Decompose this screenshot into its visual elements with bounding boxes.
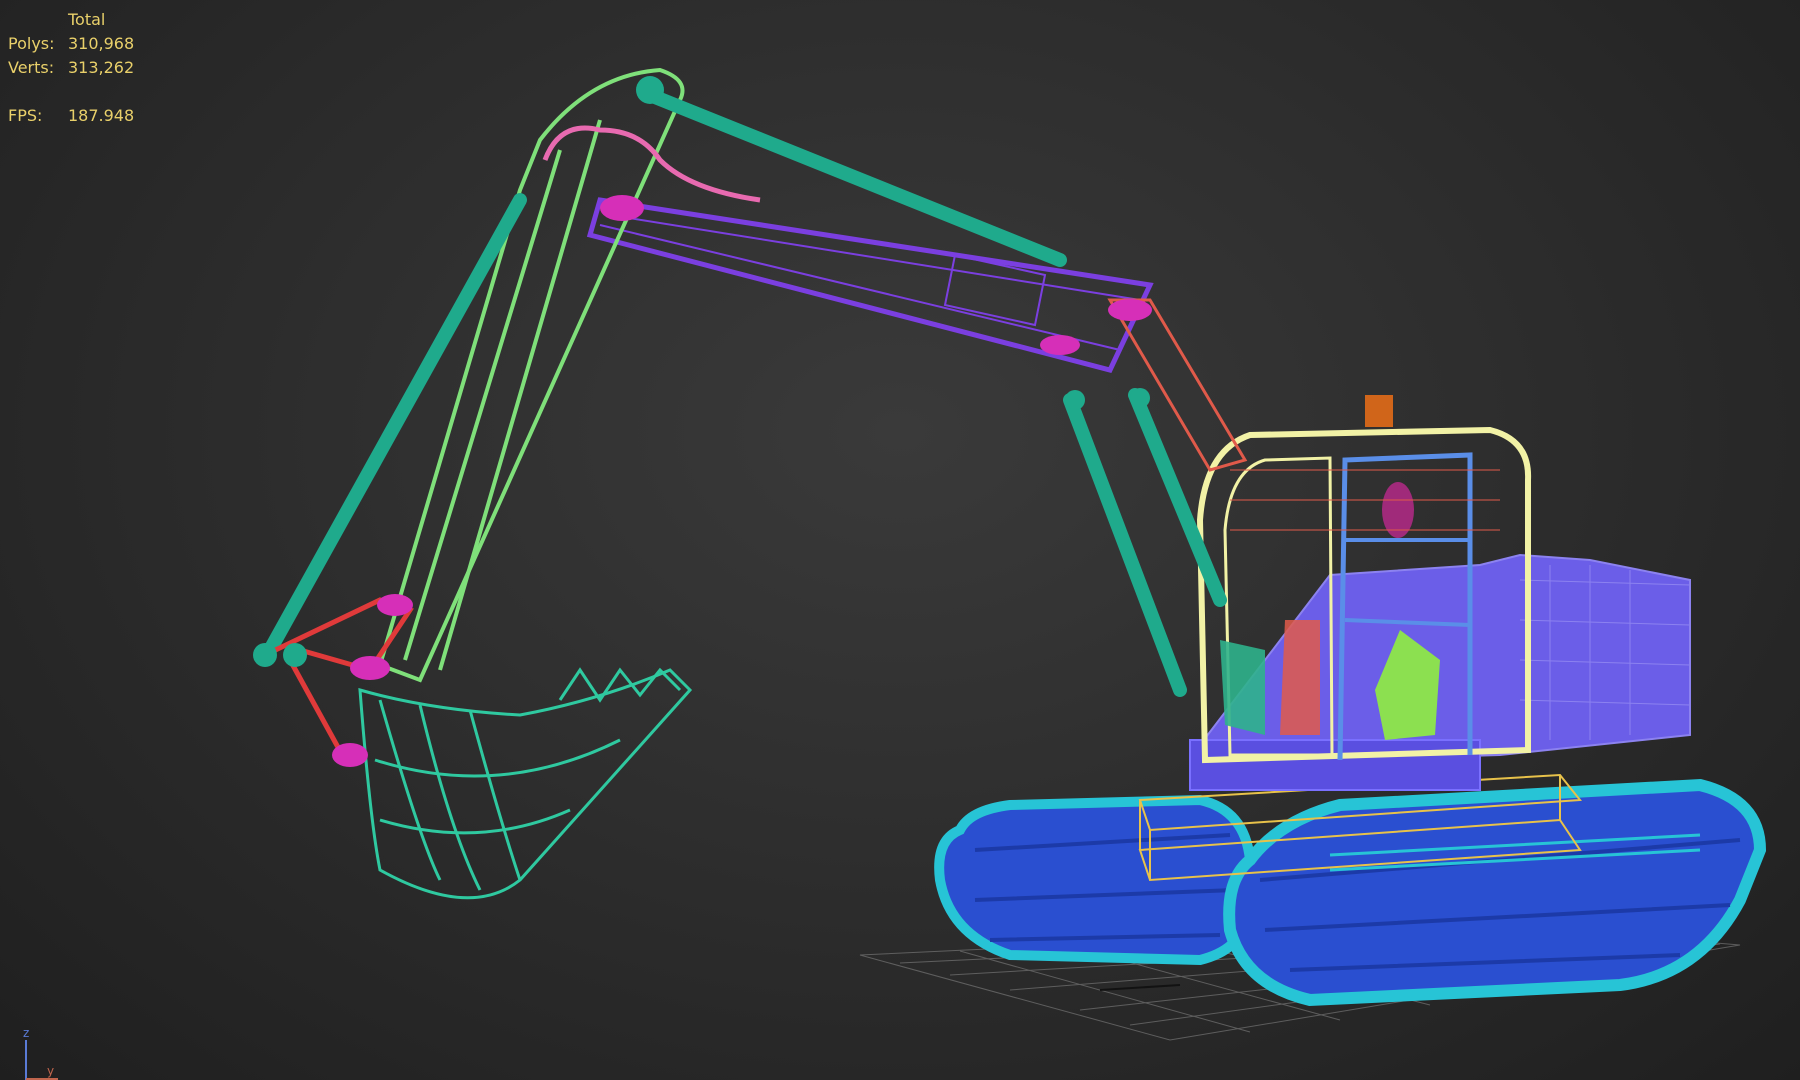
viewport-statistics: Total Polys: 310,968 Verts: 313,262 FPS: 18… <box>8 8 188 128</box>
engine-housing <box>1198 553 1691 762</box>
pivot-pins <box>332 195 1152 767</box>
verts-value: 313,262 <box>68 58 135 77</box>
polys-value: 310,968 <box>68 34 135 53</box>
turntable <box>1189 739 1481 791</box>
left-track <box>934 794 1256 966</box>
joint-bushings <box>253 76 1150 667</box>
arm-cylinders <box>263 88 1067 657</box>
fps-label: FPS: <box>8 106 43 125</box>
stats-header: Total <box>68 10 106 29</box>
boom-cylinders <box>1063 388 1227 697</box>
axis-z-label: z <box>23 1026 30 1040</box>
right-track <box>1223 778 1767 1007</box>
fps-value: 187.948 <box>68 106 135 125</box>
beacon-light <box>1365 395 1393 427</box>
axis-gizmo: z y <box>18 1022 68 1080</box>
bucket <box>358 667 693 900</box>
polys-label: Polys: <box>8 34 55 53</box>
axis-y-label: y <box>47 1064 55 1078</box>
3d-viewport[interactable]: Total Polys: 310,968 Verts: 313,262 FPS: 18… <box>0 0 1800 1080</box>
verts-label: Verts: <box>8 58 55 77</box>
excavator-wireframe-model[interactable] <box>0 0 1800 1080</box>
